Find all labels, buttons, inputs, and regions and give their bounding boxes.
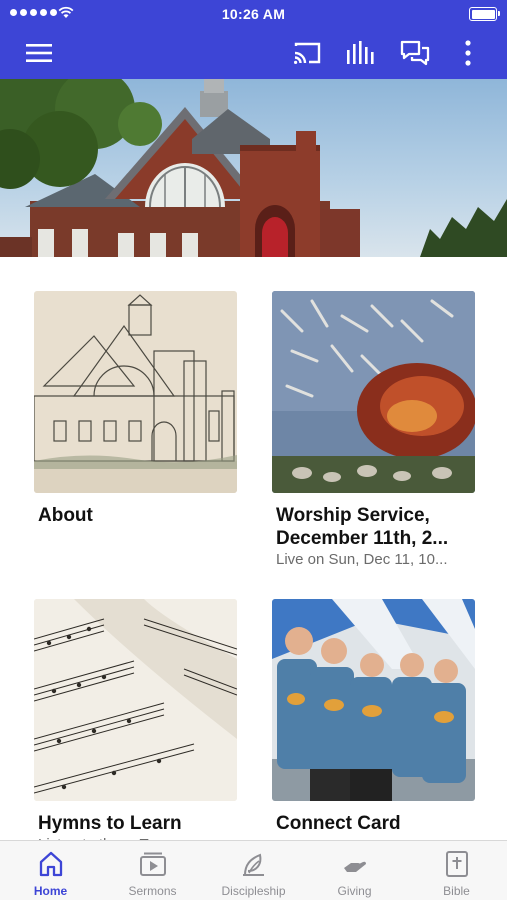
tab-label: Sermons	[128, 884, 177, 898]
card-title: Hymns to Learn	[38, 813, 182, 834]
card-subtitle: Live on Sun, Dec 11, 10...	[276, 551, 448, 568]
chat-icon[interactable]	[396, 34, 434, 72]
tab-discipleship[interactable]: Discipleship	[203, 841, 304, 900]
audio-bars-icon[interactable]	[342, 34, 380, 72]
card-title-line-2: December 11th, 2...	[276, 528, 449, 549]
top-bar: 10:26 AM	[0, 0, 507, 79]
tab-sermons[interactable]: Sermons	[102, 841, 203, 900]
app-bar	[0, 28, 507, 79]
tab-label: Discipleship	[221, 884, 286, 898]
group-photo	[272, 599, 475, 801]
sprout-icon	[239, 850, 269, 878]
abstract-painting	[272, 291, 475, 493]
card-title: About	[38, 505, 93, 526]
status-bar: 10:26 AM	[0, 0, 507, 28]
tab-label: Bible	[443, 884, 470, 898]
card-connect-card[interactable]: Connect Card	[272, 599, 475, 835]
battery-icon	[469, 7, 500, 21]
tab-bible[interactable]: Bible	[406, 841, 507, 900]
bottom-tab-bar: Home Sermons Discipleship Giving Bible	[0, 840, 507, 900]
tab-home[interactable]: Home	[0, 841, 101, 900]
hero-banner[interactable]	[0, 79, 507, 257]
home-icon	[36, 850, 66, 878]
hymnal-pages-photo	[34, 599, 237, 801]
card-hymns-to-learn[interactable]: Hymns to Learn Listen to these T...	[34, 599, 237, 843]
tab-giving[interactable]: Giving	[304, 841, 405, 900]
hamburger-menu-icon[interactable]	[20, 34, 58, 72]
card-title-line-1: Worship Service,	[276, 505, 430, 526]
church-building-photo	[0, 79, 507, 257]
video-play-icon	[138, 850, 168, 878]
cast-icon[interactable]	[288, 34, 326, 72]
card-worship-service[interactable]: Worship Service, December 11th, 2... Liv…	[272, 291, 475, 570]
status-time: 10:26 AM	[221, 6, 286, 22]
church-sketch-illustration	[34, 291, 237, 493]
more-vertical-icon[interactable]	[449, 34, 487, 72]
tab-label: Giving	[337, 884, 372, 898]
bible-icon	[442, 850, 472, 878]
card-title: Connect Card	[276, 813, 401, 834]
giving-hands-icon	[340, 850, 370, 878]
card-about[interactable]: About	[34, 291, 237, 527]
tab-label: Home	[33, 884, 68, 898]
